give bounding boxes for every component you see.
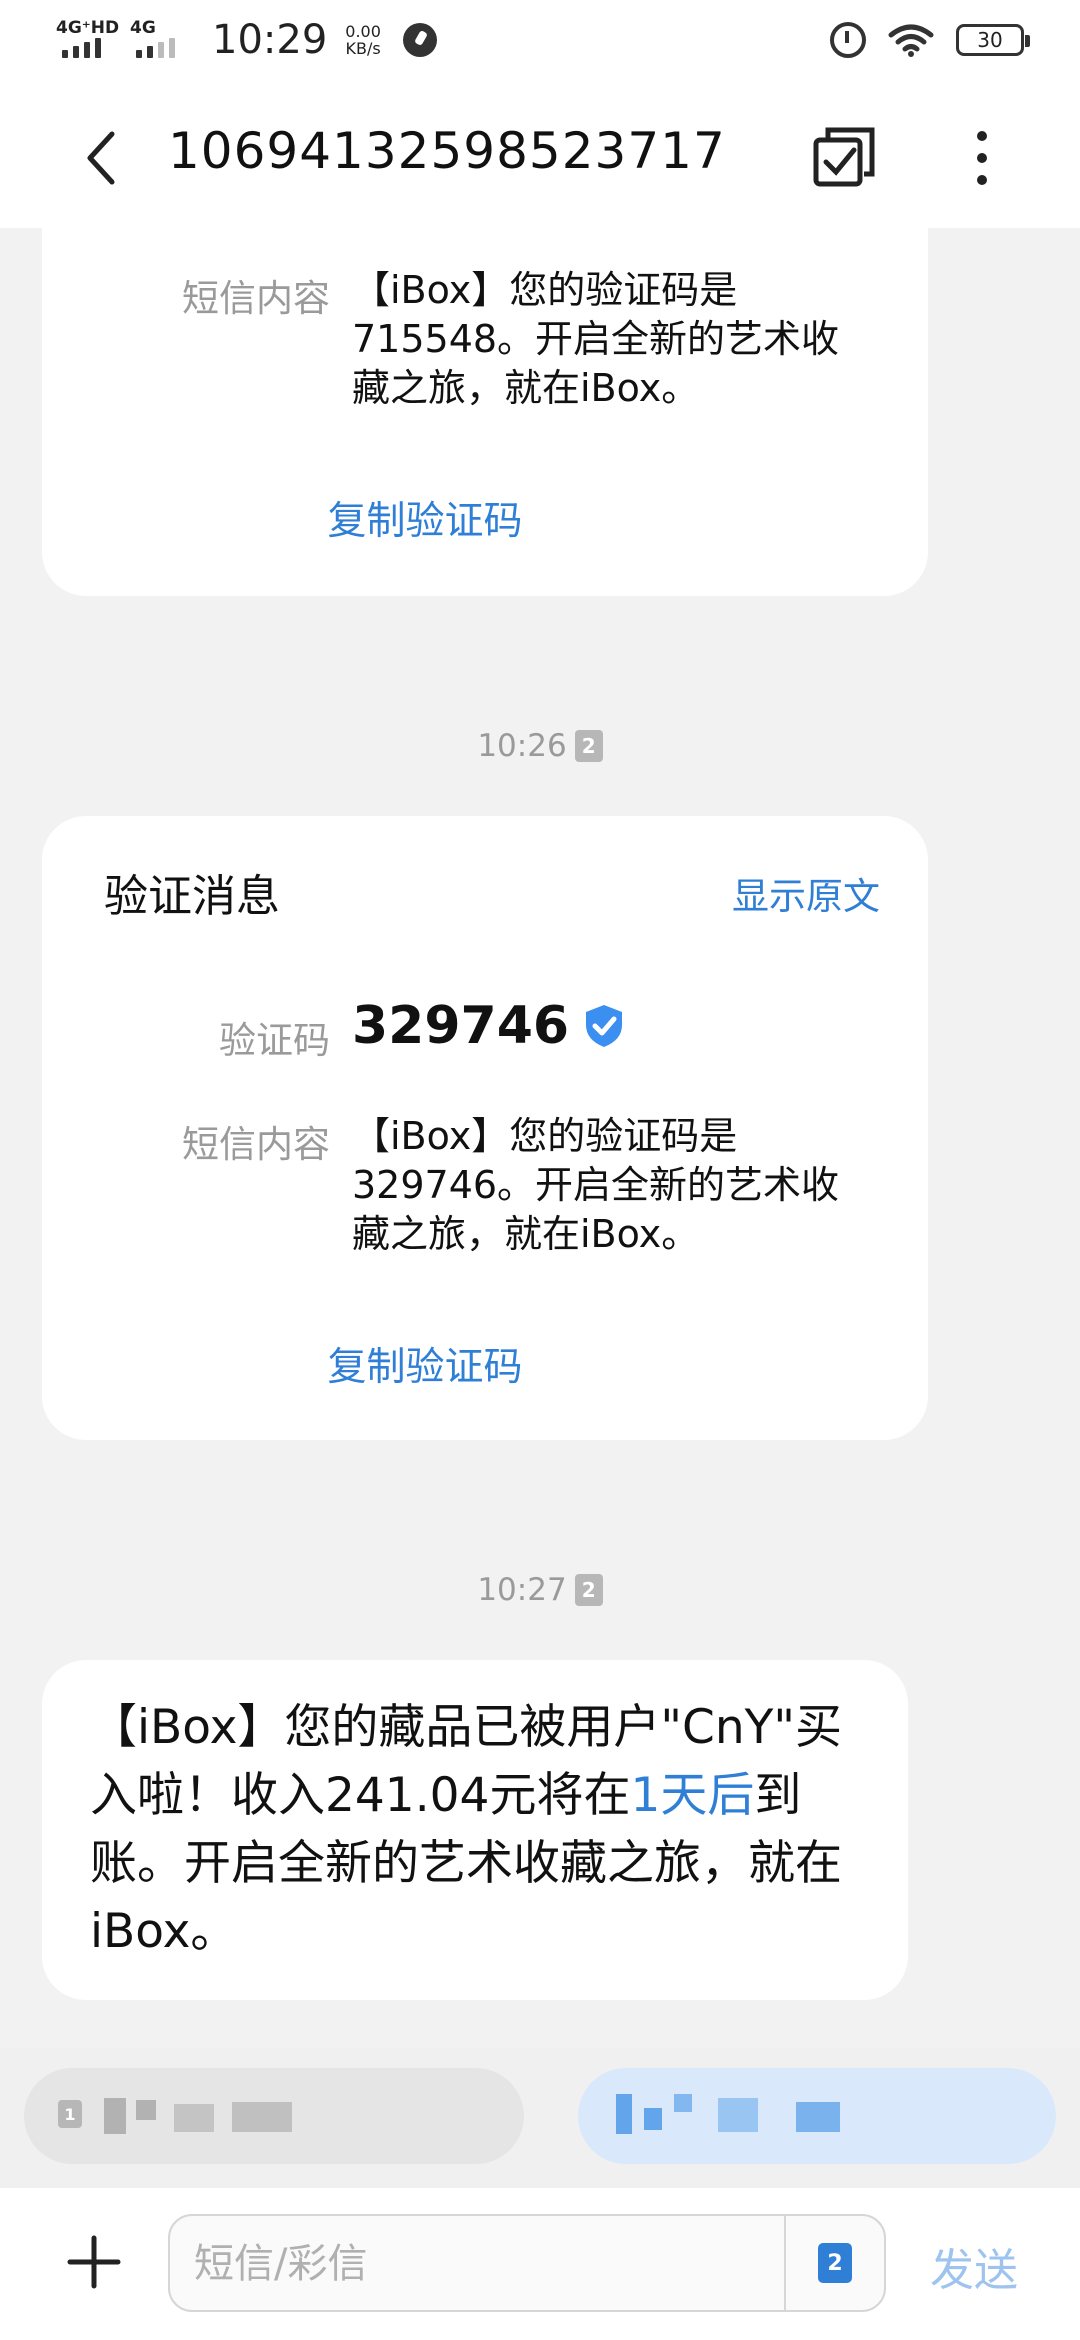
- send-button[interactable]: 发送: [930, 2234, 1018, 2298]
- sim-card-icon: 1: [58, 2100, 82, 2128]
- clock: 10:29: [212, 17, 328, 63]
- content-label: 短信内容: [182, 277, 330, 320]
- message-input[interactable]: [194, 2232, 754, 2296]
- verification-card: 验证消息 显示原文 验证码 329746 短信内容 【iBox】您的验证码是32…: [42, 816, 928, 1440]
- alarm-icon: [830, 22, 866, 58]
- sms-content[interactable]: 【iBox】您的验证码是715548。开启全新的艺术收藏之旅，就在iBox。: [352, 266, 852, 413]
- verification-code[interactable]: 329746: [352, 996, 625, 1056]
- code-value: 329746: [352, 996, 570, 1056]
- plus-icon[interactable]: [66, 2234, 122, 2290]
- signal-label: 4G⁺HD: [56, 18, 120, 38]
- wifi-icon: [888, 24, 934, 57]
- speed-value: 0.00: [345, 22, 381, 41]
- sender-number: 10694132598523717: [168, 122, 726, 180]
- multi-select-icon[interactable]: [812, 126, 876, 190]
- message-text: 【iBox】您的藏品已被用户"CnY"买入啦！收入241.04元将在1天后到账。…: [90, 1694, 870, 1966]
- quick-reply-chip[interactable]: 1: [24, 2068, 524, 2164]
- copy-code-button[interactable]: 复制验证码: [0, 1336, 868, 1392]
- copy-code-button[interactable]: 复制验证码: [0, 490, 868, 546]
- message-timestamp: 10:26 2: [0, 728, 1080, 764]
- more-options-icon[interactable]: [970, 126, 994, 190]
- battery-icon: 30: [956, 24, 1030, 56]
- message-bubble[interactable]: 【iBox】您的藏品已被用户"CnY"买入啦！收入241.04元将在1天后到账。…: [42, 1660, 908, 2000]
- compose-bar: 2 发送: [0, 2188, 1080, 2340]
- quick-reply-chip[interactable]: [578, 2068, 1056, 2164]
- speed-unit: KB/s: [345, 39, 381, 58]
- sim-switch-button[interactable]: 2: [784, 2216, 884, 2310]
- show-original-link[interactable]: 显示原文: [732, 866, 880, 920]
- signal-icon-2: 4G: [130, 18, 190, 62]
- quick-reply-bar: 1: [0, 2048, 1080, 2188]
- status-bar: 4G⁺HD 4G 10:29 0.00 KB/s 30: [0, 0, 1080, 80]
- date-link[interactable]: 1天后: [630, 1768, 754, 1823]
- back-arrow-icon[interactable]: [78, 128, 128, 188]
- content-label: 短信内容: [182, 1123, 330, 1166]
- signal-icon: 4G⁺HD: [56, 18, 120, 62]
- code-label: 验证码: [219, 1019, 330, 1062]
- signal-label-2: 4G: [130, 18, 156, 38]
- battery-level: 30: [977, 28, 1003, 52]
- timestamp-text: 10:27: [477, 1572, 567, 1608]
- message-timestamp: 10:27 2: [0, 1572, 1080, 1608]
- sim-card-icon: 2: [818, 2243, 852, 2283]
- verified-shield-icon: [586, 1005, 623, 1047]
- sim-card-icon: 2: [574, 1574, 603, 1606]
- network-speed: 0.00 KB/s: [345, 23, 381, 57]
- card-title: 验证消息: [104, 871, 280, 922]
- sms-content[interactable]: 【iBox】您的验证码是329746。开启全新的艺术收藏之旅，就在iBox。: [352, 1112, 852, 1259]
- verification-card: 短信内容 【iBox】您的验证码是715548。开启全新的艺术收藏之旅，就在iB…: [42, 200, 928, 596]
- sim-card-icon: 2: [574, 730, 603, 762]
- notification-icon: [402, 23, 437, 57]
- message-input-box: 2: [168, 2214, 886, 2312]
- timestamp-text: 10:26: [477, 728, 567, 764]
